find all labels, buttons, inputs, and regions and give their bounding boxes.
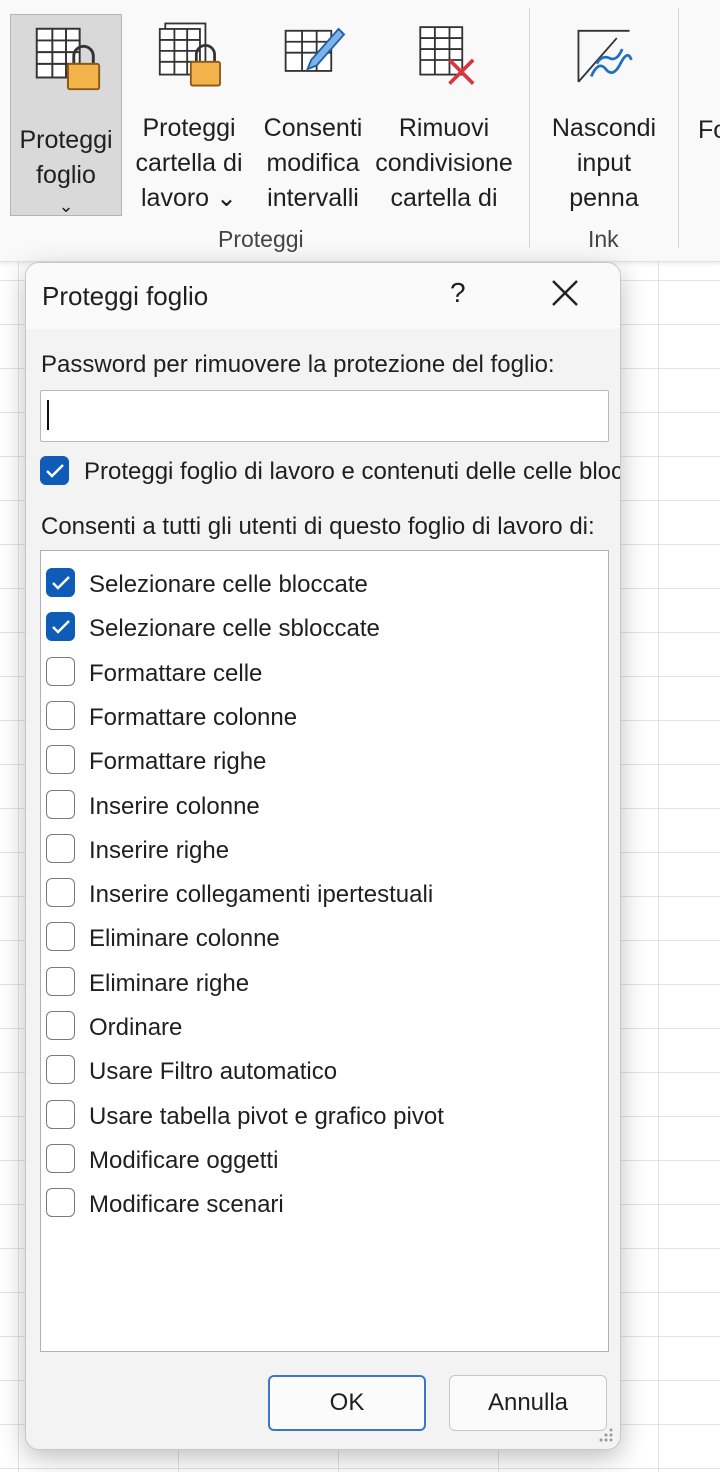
hide-ink-label: Nascondi input penna <box>551 114 657 212</box>
unshare-workbook-button[interactable]: Rimuovi condivisione cartella di <box>370 14 518 216</box>
permission-label: Usare Filtro automatico <box>89 1058 338 1086</box>
close-icon[interactable] <box>549 277 581 309</box>
permission-checkbox[interactable] <box>46 1055 75 1085</box>
permission-item[interactable]: Usare tabella pivot e grafico pivot <box>41 1093 608 1137</box>
ok-button[interactable]: OK <box>268 1375 426 1431</box>
allow-edit-ranges-icon <box>284 27 346 72</box>
permission-item[interactable]: Eliminare righe <box>41 960 608 1004</box>
permission-checkbox[interactable] <box>46 612 75 642</box>
permission-label: Selezionare celle bloccate <box>89 571 368 598</box>
allow-edit-ranges-label: Consenti modifica intervalli <box>263 114 363 212</box>
permission-label: Eliminare colonne <box>89 925 280 953</box>
permission-item[interactable]: Formattare celle <box>41 650 608 694</box>
password-input[interactable] <box>40 390 609 442</box>
permission-label: Formattare colonne <box>89 703 298 731</box>
permission-label: Usare tabella pivot e grafico pivot <box>89 1102 444 1130</box>
checkmark-icon <box>52 620 70 634</box>
permission-item[interactable]: Ordinare <box>41 1004 608 1048</box>
allow-edit-ranges-button[interactable]: Consenti modifica intervalli <box>258 14 368 216</box>
group-label-ink: Ink <box>588 226 619 252</box>
permission-label: Inserire collegamenti ipertestuali <box>89 881 434 909</box>
permission-checkbox[interactable] <box>46 1011 75 1040</box>
checkmark-icon <box>52 576 70 590</box>
permission-checkbox[interactable] <box>46 789 75 819</box>
permission-checkbox[interactable] <box>46 745 75 775</box>
protect-workbook-label: Proteggi cartella di lavoro ⌄ <box>135 114 243 212</box>
permission-checkbox[interactable] <box>46 922 75 952</box>
permission-checkbox[interactable] <box>46 1099 75 1129</box>
permission-checkbox[interactable] <box>46 700 75 730</box>
hide-ink-icon <box>577 29 633 83</box>
protect-sheet-icon <box>35 27 101 91</box>
permissions-list[interactable]: Selezionare celle bloccate Selezionare ce… <box>40 550 609 1352</box>
permission-item[interactable]: Formattare colonne <box>41 694 608 738</box>
permission-item[interactable]: Selezionare celle sbloccate <box>41 605 608 649</box>
permission-label: Ordinare <box>89 1014 183 1041</box>
resize-grip-icon[interactable] <box>598 1427 614 1443</box>
protect-workbook-icon <box>158 22 221 87</box>
protect-sheet-label: Proteggi foglio <box>19 126 113 189</box>
chevron-down-icon: ⌄ <box>58 196 74 216</box>
permission-item[interactable]: Formattare righe <box>41 738 608 782</box>
permission-checkbox[interactable] <box>46 966 75 996</box>
permission-checkbox[interactable] <box>46 878 75 908</box>
permission-item[interactable]: Modificare oggetti <box>41 1137 608 1181</box>
unshare-workbook-label: Rimuovi condivisione cartella di <box>375 114 513 212</box>
ribbon: Proteggi foglio ⌄ Proteggi cartella di l… <box>0 0 720 262</box>
protect-sheet-checkbox-label: Proteggi foglio di lavoro e contenuti de… <box>84 458 621 485</box>
protect-workbook-button[interactable]: Proteggi cartella di lavoro ⌄ <box>130 14 248 216</box>
permission-label: Modificare oggetti <box>89 1146 279 1174</box>
cancel-button[interactable]: Annulla <box>449 1375 607 1431</box>
unshare-workbook-icon <box>419 26 475 85</box>
permission-item[interactable]: Eliminare colonne <box>41 915 608 959</box>
permission-checkbox[interactable] <box>46 833 75 863</box>
text-caret <box>47 400 49 430</box>
permission-label: Modificare scenari <box>89 1191 284 1219</box>
permission-item[interactable]: Inserire colonne <box>41 783 608 827</box>
cut-off-ribbon-button[interactable]: Fo <box>698 116 720 145</box>
permission-checkbox[interactable] <box>46 568 75 597</box>
permission-checkbox[interactable] <box>46 656 75 686</box>
dialog-title: Proteggi foglio <box>42 281 209 311</box>
permission-label: Eliminare righe <box>89 969 250 997</box>
permission-item[interactable]: Usare Filtro automatico <box>41 1048 608 1092</box>
permission-item[interactable]: Inserire righe <box>41 827 608 871</box>
password-label: Password per rimuovere la protezione del… <box>41 351 555 378</box>
protect-sheet-checkbox[interactable] <box>40 456 69 485</box>
permission-label: Selezionare celle sbloccate <box>89 615 380 643</box>
permission-label: Inserire colonne <box>89 792 260 820</box>
checkmark-icon <box>46 464 64 478</box>
permission-label: Formattare celle <box>89 659 263 687</box>
permission-checkbox[interactable] <box>46 1143 75 1173</box>
permission-item[interactable]: Inserire collegamenti ipertestuali <box>41 871 608 915</box>
permission-item[interactable]: Selezionare celle bloccate <box>41 561 608 605</box>
permission-label: Formattare righe <box>89 748 267 776</box>
help-button[interactable]: ? <box>450 277 466 309</box>
hide-ink-button[interactable]: Nascondi input penna <box>546 14 662 216</box>
protect-sheet-button[interactable]: Proteggi foglio ⌄ <box>10 14 122 216</box>
permission-checkbox[interactable] <box>46 1188 75 1218</box>
protect-sheet-dialog: Proteggi foglio ? Password per rimuovere… <box>25 262 621 1450</box>
permission-item[interactable]: Modificare scenari <box>41 1181 608 1225</box>
group-label-proteggi: Proteggi <box>218 226 304 252</box>
ribbon-separator <box>529 8 530 248</box>
dialog-titlebar: Proteggi foglio ? <box>26 263 620 329</box>
permission-label: Inserire righe <box>89 836 230 864</box>
allow-users-label: Consenti a tutti gli utenti di questo fo… <box>41 513 595 540</box>
ribbon-separator <box>678 8 679 248</box>
